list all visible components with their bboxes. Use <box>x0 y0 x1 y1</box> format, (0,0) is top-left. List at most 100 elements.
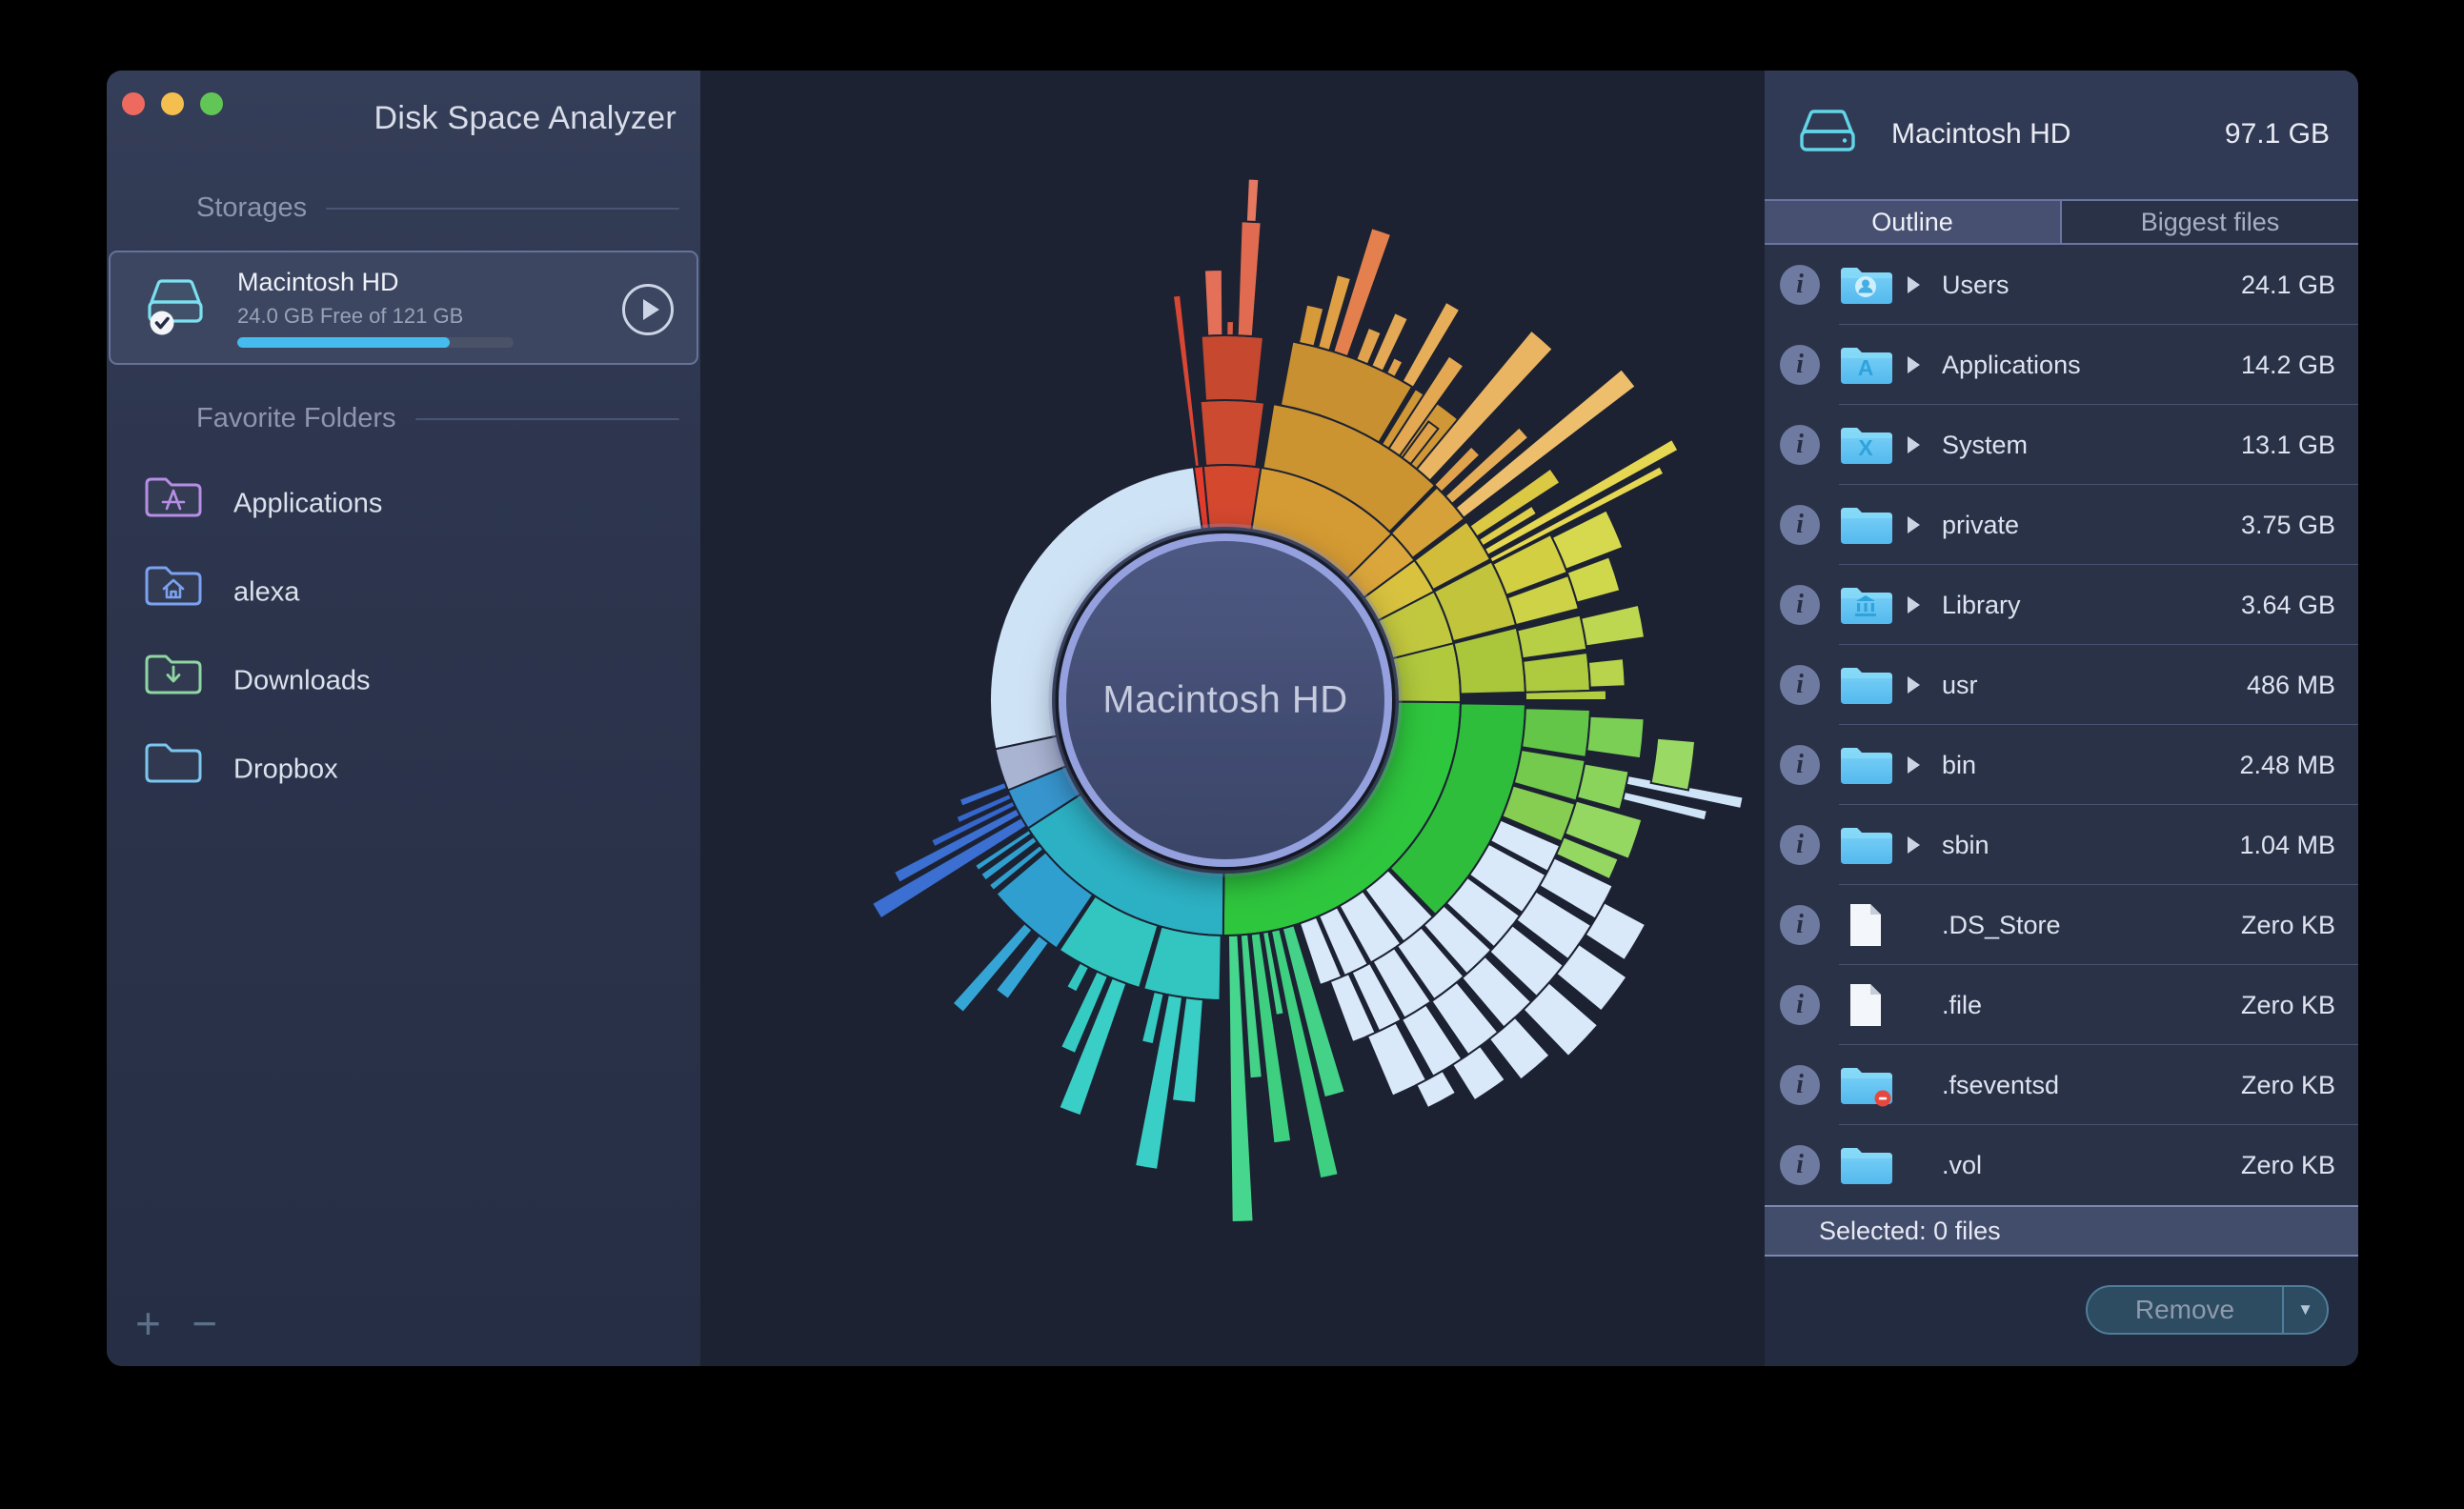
sunburst-segment[interactable] <box>1586 656 1626 689</box>
folder-icon <box>1839 743 1892 787</box>
disclosure-triangle-icon[interactable] <box>1908 836 1920 854</box>
file-name: .fseventsd <box>1942 1071 2060 1099</box>
sunburst-chart[interactable]: Macintosh HD <box>700 70 1765 1366</box>
sidebar-item-dropbox[interactable]: Dropbox <box>107 725 700 814</box>
favorites-section-header: Favorite Folders <box>196 403 679 434</box>
list-item[interactable]: i .fseventsd Zero KB <box>1765 1045 2358 1125</box>
disclosure-triangle-icon[interactable] <box>1908 596 1920 614</box>
storages-section-label: Storages <box>196 192 308 223</box>
remove-storage-button[interactable]: − <box>192 1298 217 1348</box>
file-icon <box>1847 902 1885 948</box>
sunburst-segment[interactable] <box>1199 398 1266 469</box>
storage-item-macintosh-hd[interactable]: Macintosh HD 24.0 GB Free of 121 GB <box>109 251 698 365</box>
info-icon[interactable]: i <box>1780 985 1820 1025</box>
info-icon[interactable]: i <box>1780 265 1820 305</box>
list-item[interactable]: i bin 2.48 MB <box>1765 725 2358 805</box>
favorites-section-label: Favorite Folders <box>196 403 396 433</box>
file-name: bin <box>1942 751 1977 779</box>
folder-icon <box>1839 263 1892 307</box>
info-icon[interactable]: i <box>1780 1065 1820 1105</box>
add-storage-button[interactable]: + <box>135 1298 161 1348</box>
file-size: Zero KB <box>2240 1151 2335 1179</box>
sunburst-segment[interactable] <box>1585 714 1646 760</box>
tab-outline[interactable]: Outline <box>1765 201 2060 243</box>
sunburst-segment[interactable] <box>1244 177 1261 224</box>
file-size: 24.1 GB <box>2240 271 2335 299</box>
list-item[interactable]: i Users 24.1 GB <box>1765 245 2358 325</box>
disclosure-triangle-icon[interactable] <box>1908 356 1920 373</box>
disclosure-triangle-icon[interactable] <box>1908 276 1920 293</box>
file-name: System <box>1942 431 2029 459</box>
info-icon[interactable]: i <box>1780 825 1820 865</box>
disclosure-triangle-icon[interactable] <box>1908 676 1920 694</box>
sunburst-segment[interactable] <box>1524 689 1608 701</box>
sunburst-segment[interactable] <box>1236 220 1262 338</box>
panel-disk-size: 97.1 GB <box>2224 118 2330 150</box>
tab-biggest-files[interactable]: Biggest files <box>2060 201 2358 243</box>
applications-folder-icon <box>144 473 203 526</box>
file-size: 1.04 MB <box>2239 831 2335 859</box>
file-name: Users <box>1942 271 2010 299</box>
sunburst-segment[interactable] <box>1225 319 1236 337</box>
svg-text:A: A <box>1858 355 1874 380</box>
disclosure-triangle-icon[interactable] <box>1908 756 1920 774</box>
list-item[interactable]: i .vol Zero KB <box>1765 1125 2358 1205</box>
list-item[interactable]: i .DS_Store Zero KB <box>1765 885 2358 965</box>
close-button[interactable] <box>122 92 145 115</box>
list-item[interactable]: i A Applications 14.2 GB <box>1765 325 2358 405</box>
zoom-button[interactable] <box>200 92 223 115</box>
sidebar-item-applications[interactable]: Applications <box>107 459 700 548</box>
file-list: i Users 24.1 GB i A Applications 14.2 GB i X Syst… <box>1765 245 2358 1205</box>
sunburst-segment[interactable] <box>1200 333 1265 403</box>
chart-center-label: Macintosh HD <box>1102 678 1348 721</box>
list-item[interactable]: i private 3.75 GB <box>1765 485 2358 565</box>
sidebar-item-downloads[interactable]: Downloads <box>107 636 700 725</box>
sunburst-segment[interactable] <box>1171 293 1202 469</box>
sunburst-segment[interactable] <box>1450 1044 1507 1102</box>
file-icon <box>1847 982 1885 1028</box>
panel-footer: Remove ▼ <box>1765 1257 2358 1366</box>
info-icon[interactable]: i <box>1780 585 1820 625</box>
info-icon[interactable]: i <box>1780 425 1820 465</box>
sunburst-segment[interactable] <box>1649 736 1697 792</box>
file-size: 3.64 GB <box>2240 591 2335 619</box>
favorite-folders-list: Applications alexa Downloads Dropbox <box>107 459 700 814</box>
remove-button[interactable]: Remove ▼ <box>2086 1285 2329 1335</box>
list-item[interactable]: i Library 3.64 GB <box>1765 565 2358 645</box>
folder-icon <box>1839 823 1892 867</box>
info-icon[interactable]: i <box>1780 745 1820 785</box>
sunburst-segment[interactable] <box>1580 603 1646 648</box>
sunburst-segment[interactable] <box>1522 651 1591 694</box>
info-icon[interactable]: i <box>1780 905 1820 945</box>
home-folder-icon <box>144 562 203 614</box>
disclosure-triangle-icon[interactable] <box>1908 516 1920 533</box>
file-size: Zero KB <box>2240 911 2335 939</box>
folder-icon: X <box>1839 423 1892 467</box>
info-icon[interactable]: i <box>1780 1145 1820 1185</box>
disk-icon <box>1797 107 1858 163</box>
list-item[interactable]: i usr 486 MB <box>1765 645 2358 725</box>
sunburst-segment[interactable] <box>1064 961 1091 994</box>
disk-icon <box>146 276 205 344</box>
sunburst-segment[interactable] <box>1520 707 1591 759</box>
dropdown-arrow-icon[interactable]: ▼ <box>2284 1287 2327 1333</box>
app-window: Disk Space Analyzer Storages Macintosh H… <box>107 70 2358 1366</box>
file-name: Library <box>1942 591 2021 619</box>
list-item[interactable]: i X System 13.1 GB <box>1765 405 2358 485</box>
file-name: Applications <box>1942 351 2081 379</box>
minimize-button[interactable] <box>161 92 184 115</box>
list-item[interactable]: i .file Zero KB <box>1765 965 2358 1045</box>
info-icon[interactable]: i <box>1780 345 1820 385</box>
sidebar-item-alexa[interactable]: alexa <box>107 548 700 636</box>
file-size: Zero KB <box>2240 991 2335 1019</box>
sidebar-item-label: Dropbox <box>233 754 338 784</box>
file-name: usr <box>1942 671 1978 699</box>
divider <box>326 207 679 210</box>
scan-play-button[interactable] <box>622 284 674 335</box>
list-item[interactable]: i sbin 1.04 MB <box>1765 805 2358 885</box>
info-icon[interactable]: i <box>1780 505 1820 545</box>
info-icon[interactable]: i <box>1780 665 1820 705</box>
play-icon <box>642 299 659 320</box>
disclosure-triangle-icon[interactable] <box>1908 436 1920 453</box>
sunburst-segment[interactable] <box>1202 268 1224 337</box>
